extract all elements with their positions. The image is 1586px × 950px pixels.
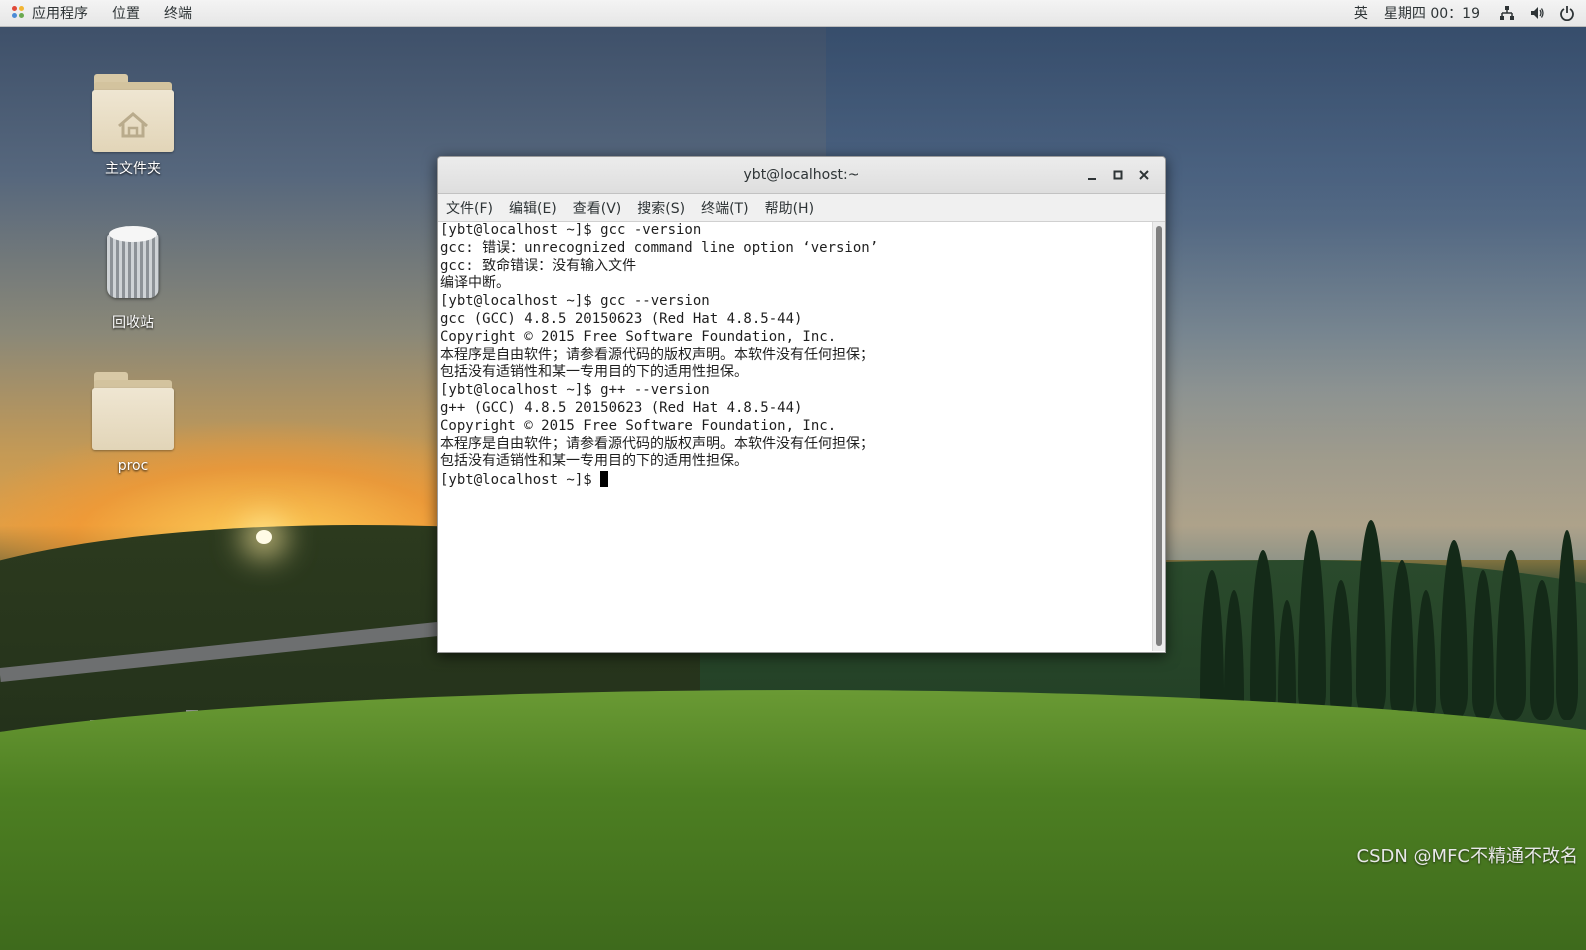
cypress-tree [1390, 560, 1414, 720]
menu-file[interactable]: 文件(F) [438, 198, 501, 218]
menu-terminal[interactable]: 终端(T) [693, 198, 756, 218]
terminal-line: [ybt@localhost ~]$ gcc -version [440, 222, 702, 238]
desktop-icon-proc[interactable]: proc [78, 370, 188, 474]
applications-label: 应用程序 [32, 6, 88, 22]
terminal-line: g++ (GCC) 4.8.5 20150623 (Red Hat 4.8.5-… [440, 399, 803, 416]
cypress-tree [1330, 580, 1352, 720]
terminal-line: gcc (GCC) 4.8.5 20150623 (Red Hat 4.8.5-… [440, 310, 803, 327]
cypress-tree [1356, 520, 1386, 720]
input-method-indicator[interactable]: 英 [1342, 0, 1380, 26]
menu-edit[interactable]: 编辑(E) [501, 198, 565, 218]
terminal-line: 本程序是自由软件；请参看源代码的版权声明。本软件没有任何担保； [440, 346, 874, 363]
power-icon[interactable] [1558, 4, 1576, 22]
terminal-output[interactable]: [ybt@localhost ~]$ gcc -version gcc: 错误：… [438, 222, 1152, 651]
clock[interactable]: 星期四 00：19 [1380, 0, 1492, 26]
places-menu[interactable]: 位置 [100, 0, 152, 26]
desktop-icon-label: 回收站 [112, 315, 154, 331]
text-cursor [600, 471, 609, 488]
desktop-icon-trash[interactable]: 回收站 [78, 224, 188, 332]
cypress-tree [1530, 580, 1554, 720]
cypress-tree [1496, 550, 1526, 720]
applications-icon [12, 6, 26, 20]
terminal-line: 本程序是自由软件；请参看源代码的版权声明。本软件没有任何担保； [440, 435, 874, 452]
menu-help[interactable]: 帮助(H) [757, 198, 822, 218]
scrollbar-thumb[interactable] [1156, 226, 1162, 646]
close-button[interactable] [1131, 162, 1157, 188]
home-folder-icon [92, 72, 174, 152]
network-icon[interactable] [1498, 4, 1516, 22]
terminal-line: 包括没有适销性和某一专用目的下的适用性担保。 [440, 364, 748, 381]
watermark: CSDN @MFC不精通不改名 [1356, 846, 1579, 867]
cypress-tree [1416, 590, 1436, 720]
terminal-scrollbar[interactable] [1152, 222, 1165, 651]
menu-search[interactable]: 搜索(S) [629, 198, 693, 218]
folder-icon [92, 370, 174, 450]
desktop-icon-label: proc [117, 458, 149, 474]
desktop-icon-home[interactable]: 主文件夹 [78, 72, 188, 178]
terminal-prompt-line[interactable]: [ybt@localhost ~]$ [438, 471, 1152, 490]
menu-view[interactable]: 查看(V) [565, 198, 630, 218]
terminal-menubar: 文件(F) 编辑(E) 查看(V) 搜索(S) 终端(T) 帮助(H) [438, 194, 1165, 222]
minimize-button[interactable] [1079, 162, 1105, 188]
trash-icon [103, 224, 163, 302]
window-titlebar[interactable]: ybt@localhost:~ [438, 157, 1165, 194]
terminal-line: Copyright © 2015 Free Software Foundatio… [440, 328, 837, 345]
cypress-tree [1200, 570, 1224, 720]
cypress-tree [1440, 540, 1468, 720]
maximize-button[interactable] [1105, 162, 1131, 188]
terminal-menu[interactable]: 终端 [152, 0, 204, 26]
terminal-line: [ybt@localhost ~]$ gcc --version [440, 293, 710, 310]
applications-menu[interactable]: 应用程序 [0, 0, 100, 26]
terminal-prompt: [ybt@localhost ~]$ [440, 472, 601, 489]
terminal-line: [ybt@localhost ~]$ g++ --version [440, 382, 710, 399]
cypress-tree [1556, 530, 1578, 720]
cypress-tree [1472, 570, 1494, 720]
terminal-line: gcc: 错误：unrecognized command line option… [440, 239, 879, 256]
terminal-window[interactable]: ybt@localhost:~ 文件(F) 编辑(E) 查看(V) 搜索(S) … [437, 156, 1166, 653]
top-panel: 应用程序 位置 终端 英 星期四 00：19 [0, 0, 1586, 27]
cypress-tree [1298, 530, 1326, 720]
terminal-line: 包括没有适销性和某一专用目的下的适用性担保。 [440, 453, 748, 470]
terminal-line: 编译中断。 [440, 275, 510, 292]
volume-icon[interactable] [1528, 4, 1546, 22]
window-title: ybt@localhost:~ [743, 167, 860, 183]
desktop-icon-label: 主文件夹 [105, 161, 161, 177]
cypress-tree [1250, 550, 1276, 720]
terminal-line: gcc: 致命错误：没有输入文件 [440, 257, 637, 274]
terminal-line: Copyright © 2015 Free Software Foundatio… [440, 417, 837, 434]
